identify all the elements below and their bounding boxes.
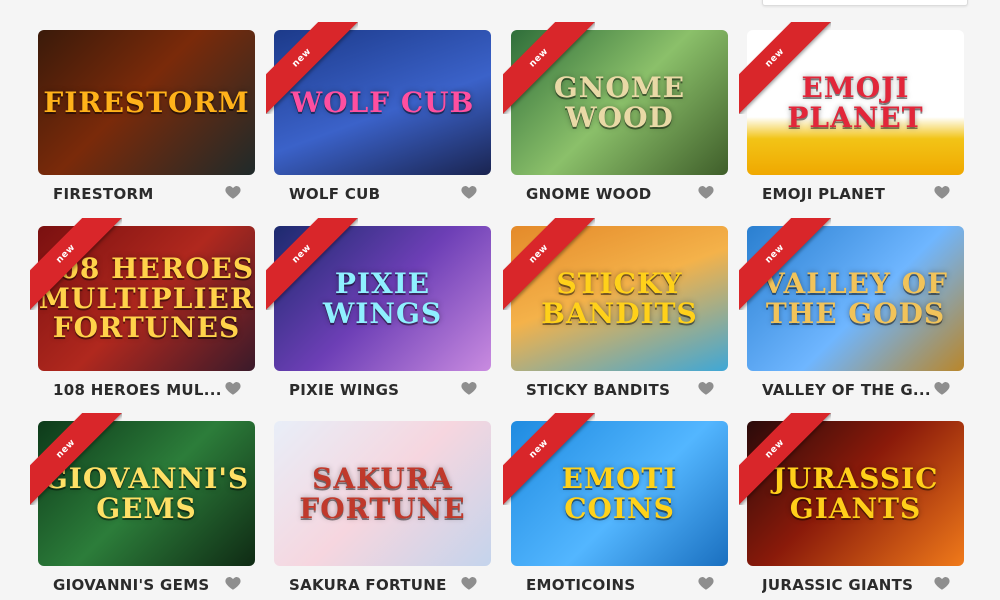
game-logo-art: 108 HEROES MULTIPLIER FORTUNES — [38, 226, 255, 371]
game-title[interactable]: GNOME WOOD — [526, 185, 696, 203]
game-title[interactable]: EMOTICOINS — [526, 576, 696, 594]
game-thumbnail[interactable]: STICKY BANDITS — [511, 226, 728, 371]
heart-icon[interactable] — [224, 183, 242, 201]
game-logo-art: FIRESTORM — [38, 30, 255, 175]
game-card-emoticoins[interactable]: EMOTI COINS new EMOTICOINS — [503, 413, 728, 600]
game-thumbnail[interactable]: Giovanni's Gems — [38, 421, 255, 566]
game-thumbnail[interactable]: emoji planet — [747, 30, 964, 175]
game-title[interactable]: SAKURA FORTUNE — [289, 576, 459, 594]
game-card-valley-of-the-g[interactable]: VALLEY OF THE GODS new VALLEY OF THE G... — [739, 218, 964, 416]
game-logo-art: VALLEY OF THE GODS — [747, 226, 964, 371]
game-logo-art: Gnome Wood — [511, 30, 728, 175]
game-thumbnail[interactable]: VALLEY OF THE GODS — [747, 226, 964, 371]
game-title[interactable]: GIOVANNI'S GEMS — [53, 576, 223, 594]
heart-icon[interactable] — [224, 574, 242, 592]
game-title[interactable]: FIRESTORM — [53, 185, 223, 203]
game-logo-art: STICKY BANDITS — [511, 226, 728, 371]
game-title[interactable]: EMOJI PLANET — [762, 185, 932, 203]
game-logo-text: JURASSIC GIANTS — [772, 462, 939, 525]
heart-icon[interactable] — [697, 379, 715, 397]
game-card-jurassic-giants[interactable]: JURASSIC GIANTS new JURASSIC GIANTS — [739, 413, 964, 600]
game-logo-text: VALLEY OF THE GODS — [763, 267, 948, 330]
game-logo-text: emoji planet — [787, 71, 924, 134]
game-title[interactable]: VALLEY OF THE G... — [762, 381, 932, 399]
game-thumbnail[interactable]: SAKURA FORTUNE — [274, 421, 491, 566]
game-logo-art: Pixie Wings — [274, 226, 491, 371]
game-logo-art: JURASSIC GIANTS — [747, 421, 964, 566]
game-logo-art: EMOTI COINS — [511, 421, 728, 566]
game-thumbnail[interactable]: Wolf Cub — [274, 30, 491, 175]
game-logo-text: EMOTI COINS — [561, 462, 678, 525]
game-card-wolf-cub[interactable]: Wolf Cub new WOLF CUB — [266, 22, 491, 220]
header-panel-edge — [762, 0, 968, 6]
heart-icon[interactable] — [460, 183, 478, 201]
game-card-pixie-wings[interactable]: Pixie Wings new PIXIE WINGS — [266, 218, 491, 416]
game-card-sticky-bandits[interactable]: STICKY BANDITS new STICKY BANDITS — [503, 218, 728, 416]
game-logo-text: Wolf Cub — [290, 85, 475, 119]
heart-icon[interactable] — [460, 574, 478, 592]
game-logo-text: Giovanni's Gems — [43, 462, 250, 525]
heart-icon[interactable] — [933, 379, 951, 397]
heart-icon[interactable] — [224, 379, 242, 397]
game-title[interactable]: PIXIE WINGS — [289, 381, 459, 399]
game-card-emoji-planet[interactable]: emoji planet new EMOJI PLANET — [739, 22, 964, 220]
game-thumbnail[interactable]: FIRESTORM — [38, 30, 255, 175]
game-title[interactable]: 108 HEROES MUL... — [53, 381, 223, 399]
game-title[interactable]: STICKY BANDITS — [526, 381, 696, 399]
game-logo-text: 108 HEROES MULTIPLIER FORTUNES — [38, 252, 255, 345]
heart-icon[interactable] — [697, 183, 715, 201]
game-card-sakura-fortune[interactable]: SAKURA FORTUNE SAKURA FORTUNE — [274, 421, 491, 600]
game-thumbnail[interactable]: JURASSIC GIANTS — [747, 421, 964, 566]
game-logo-text: Gnome Wood — [553, 71, 686, 134]
game-logo-text: SAKURA FORTUNE — [299, 462, 466, 525]
game-logo-art: Giovanni's Gems — [38, 421, 255, 566]
game-thumbnail[interactable]: EMOTI COINS — [511, 421, 728, 566]
heart-icon[interactable] — [933, 183, 951, 201]
game-card-giovanni-s-gems[interactable]: Giovanni's Gems new GIOVANNI'S GEMS — [30, 413, 255, 600]
heart-icon[interactable] — [933, 574, 951, 592]
game-title[interactable]: WOLF CUB — [289, 185, 459, 203]
game-card-108-heroes-mul[interactable]: 108 HEROES MULTIPLIER FORTUNES new 108 HER… — [30, 218, 255, 416]
game-title[interactable]: JURASSIC GIANTS — [762, 576, 932, 594]
game-logo-art: SAKURA FORTUNE — [274, 421, 491, 566]
game-card-firestorm[interactable]: FIRESTORM FIRESTORM — [38, 30, 255, 220]
game-logo-art: Wolf Cub — [274, 30, 491, 175]
game-logo-art: emoji planet — [747, 30, 964, 175]
game-thumbnail[interactable]: Gnome Wood — [511, 30, 728, 175]
game-card-gnome-wood[interactable]: Gnome Wood new GNOME WOOD — [503, 22, 728, 220]
heart-icon[interactable] — [697, 574, 715, 592]
game-logo-text: FIRESTORM — [43, 85, 250, 119]
game-thumbnail[interactable]: 108 HEROES MULTIPLIER FORTUNES — [38, 226, 255, 371]
game-logo-text: Pixie Wings — [322, 267, 443, 330]
game-logo-text: STICKY BANDITS — [541, 267, 698, 330]
heart-icon[interactable] — [460, 379, 478, 397]
game-thumbnail[interactable]: Pixie Wings — [274, 226, 491, 371]
